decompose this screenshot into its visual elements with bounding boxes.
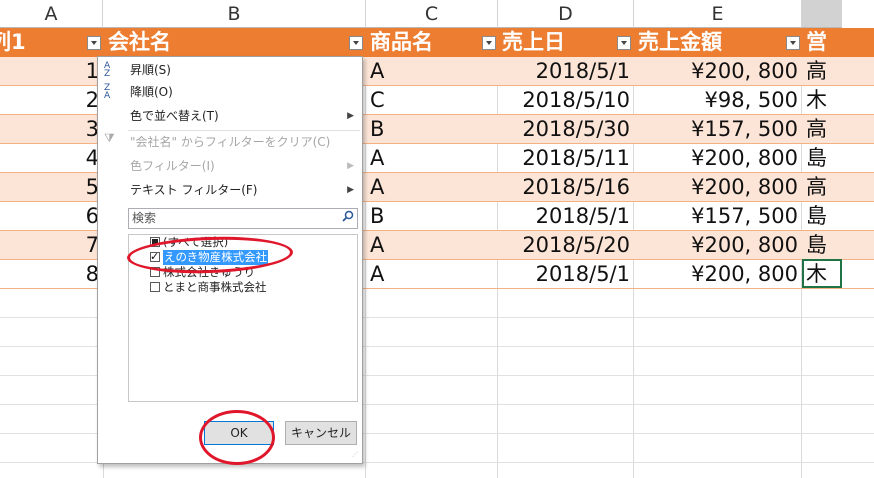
- menu-item-text-filter[interactable]: テキスト フィルター(F) ▶: [98, 179, 362, 201]
- menu-item-label: 色で並べ替え(T): [130, 109, 219, 123]
- cell-date[interactable]: 2018/5/1: [498, 260, 634, 289]
- cell-date[interactable]: 2018/5/11: [498, 144, 634, 173]
- cell-date[interactable]: 2018/5/16: [498, 173, 634, 202]
- cell-product[interactable]: B: [366, 202, 498, 231]
- cell-date[interactable]: 2018/5/10: [498, 86, 634, 115]
- column-header-e[interactable]: E: [634, 0, 802, 28]
- cell-amount[interactable]: ¥98, 500: [634, 86, 802, 115]
- cell-product[interactable]: A: [366, 57, 498, 86]
- cell-date[interactable]: 2018/5/20: [498, 231, 634, 260]
- menu-item-clear-filter: ⧩ "会社名" からフィルターをクリア(C): [98, 131, 362, 153]
- cell-num[interactable]: 7: [0, 231, 103, 260]
- cell-sales[interactable]: 島: [802, 231, 842, 260]
- cell-sales[interactable]: 高: [802, 57, 842, 86]
- sort-ascending-icon: AZ: [104, 61, 111, 79]
- header-cell-company[interactable]: 会社名: [104, 28, 344, 57]
- resize-grip-icon[interactable]: ⋰: [352, 452, 360, 461]
- menu-item-sort-asc[interactable]: AZ 昇順(S): [98, 59, 362, 81]
- search-placeholder: 検索: [132, 211, 157, 225]
- cell-amount[interactable]: ¥157, 500: [634, 202, 802, 231]
- filter-dropdown-button[interactable]: [617, 36, 631, 50]
- cell-amount[interactable]: ¥200, 800: [634, 173, 802, 202]
- header-cell-sales[interactable]: 営: [802, 28, 842, 57]
- menu-item-sort-by-color[interactable]: 色で並べ替え(T) ▶: [98, 105, 362, 127]
- menu-item-label: 色フィルター(I): [130, 159, 215, 173]
- list-item-label: とまと商事株式会社: [163, 280, 267, 294]
- cell-num[interactable]: 5: [0, 173, 103, 202]
- filter-dropdown-button[interactable]: [87, 36, 101, 50]
- menu-item-sort-desc[interactable]: ZA 降順(O): [98, 81, 362, 103]
- cell-sales[interactable]: 高: [802, 115, 842, 144]
- column-header-f[interactable]: [802, 0, 842, 28]
- cell-product[interactable]: A: [366, 144, 498, 173]
- clear-filter-icon: ⧩: [104, 131, 115, 145]
- filter-dropdown-button[interactable]: [482, 36, 496, 50]
- search-icon: [342, 210, 354, 222]
- cell-num[interactable]: 6: [0, 202, 103, 231]
- cell-amount[interactable]: ¥200, 800: [634, 57, 802, 86]
- cell-num[interactable]: 3: [0, 115, 103, 144]
- cell-sales[interactable]: 木: [802, 86, 842, 115]
- cell-date[interactable]: 2018/5/30: [498, 115, 634, 144]
- cell-date[interactable]: 2018/5/1: [498, 202, 634, 231]
- cell-sales[interactable]: 島: [802, 202, 842, 231]
- sort-descending-icon: ZA: [104, 83, 111, 101]
- menu-item-label: テキスト フィルター(F): [130, 183, 258, 197]
- active-cell-border: [802, 259, 842, 288]
- cancel-button[interactable]: キャンセル: [285, 421, 357, 445]
- cell-date[interactable]: 2018/5/1: [498, 57, 634, 86]
- cell-num[interactable]: 8: [0, 260, 103, 289]
- cell-product[interactable]: A: [366, 231, 498, 260]
- submenu-arrow-icon: ▶: [347, 161, 354, 171]
- menu-item-label: 昇順(S): [130, 63, 171, 77]
- search-input[interactable]: 検索: [128, 208, 358, 229]
- cell-num[interactable]: 2: [0, 86, 103, 115]
- column-header-c[interactable]: C: [366, 0, 498, 28]
- cell-product[interactable]: A: [366, 260, 498, 289]
- header-cell-product[interactable]: 商品名: [366, 28, 480, 57]
- menu-item-label: "会社名" からフィルターをクリア(C): [130, 135, 331, 149]
- cell-sales[interactable]: 島: [802, 144, 842, 173]
- header-cell-date[interactable]: 売上日: [498, 28, 616, 57]
- cell-product[interactable]: C: [366, 86, 498, 115]
- cell-product[interactable]: A: [366, 173, 498, 202]
- menu-item-color-filter: 色フィルター(I) ▶: [98, 155, 362, 177]
- cell-product[interactable]: B: [366, 115, 498, 144]
- table-header-row: 列1 会社名 商品名 売上日 売上金額 営: [0, 28, 874, 57]
- cell-amount[interactable]: ¥200, 800: [634, 231, 802, 260]
- cell-amount[interactable]: ¥200, 800: [634, 144, 802, 173]
- submenu-arrow-icon: ▶: [347, 185, 354, 195]
- cell-num[interactable]: 4: [0, 144, 103, 173]
- column-header-a[interactable]: A: [0, 0, 103, 28]
- column-header-b[interactable]: B: [103, 0, 366, 28]
- cell-amount[interactable]: ¥157, 500: [634, 115, 802, 144]
- cell-num[interactable]: 1: [0, 57, 103, 86]
- filter-dropdown-button[interactable]: [349, 36, 363, 50]
- header-cell-amount[interactable]: 売上金額: [634, 28, 784, 57]
- annotation-circle: [199, 410, 275, 465]
- submenu-arrow-icon: ▶: [347, 111, 354, 121]
- checkbox[interactable]: [150, 282, 160, 292]
- menu-item-label: 降順(O): [130, 85, 173, 99]
- column-header-d[interactable]: D: [498, 0, 634, 28]
- filter-dropdown-button[interactable]: [786, 36, 800, 50]
- cell-sales[interactable]: 高: [802, 173, 842, 202]
- cell-amount[interactable]: ¥200, 800: [634, 260, 802, 289]
